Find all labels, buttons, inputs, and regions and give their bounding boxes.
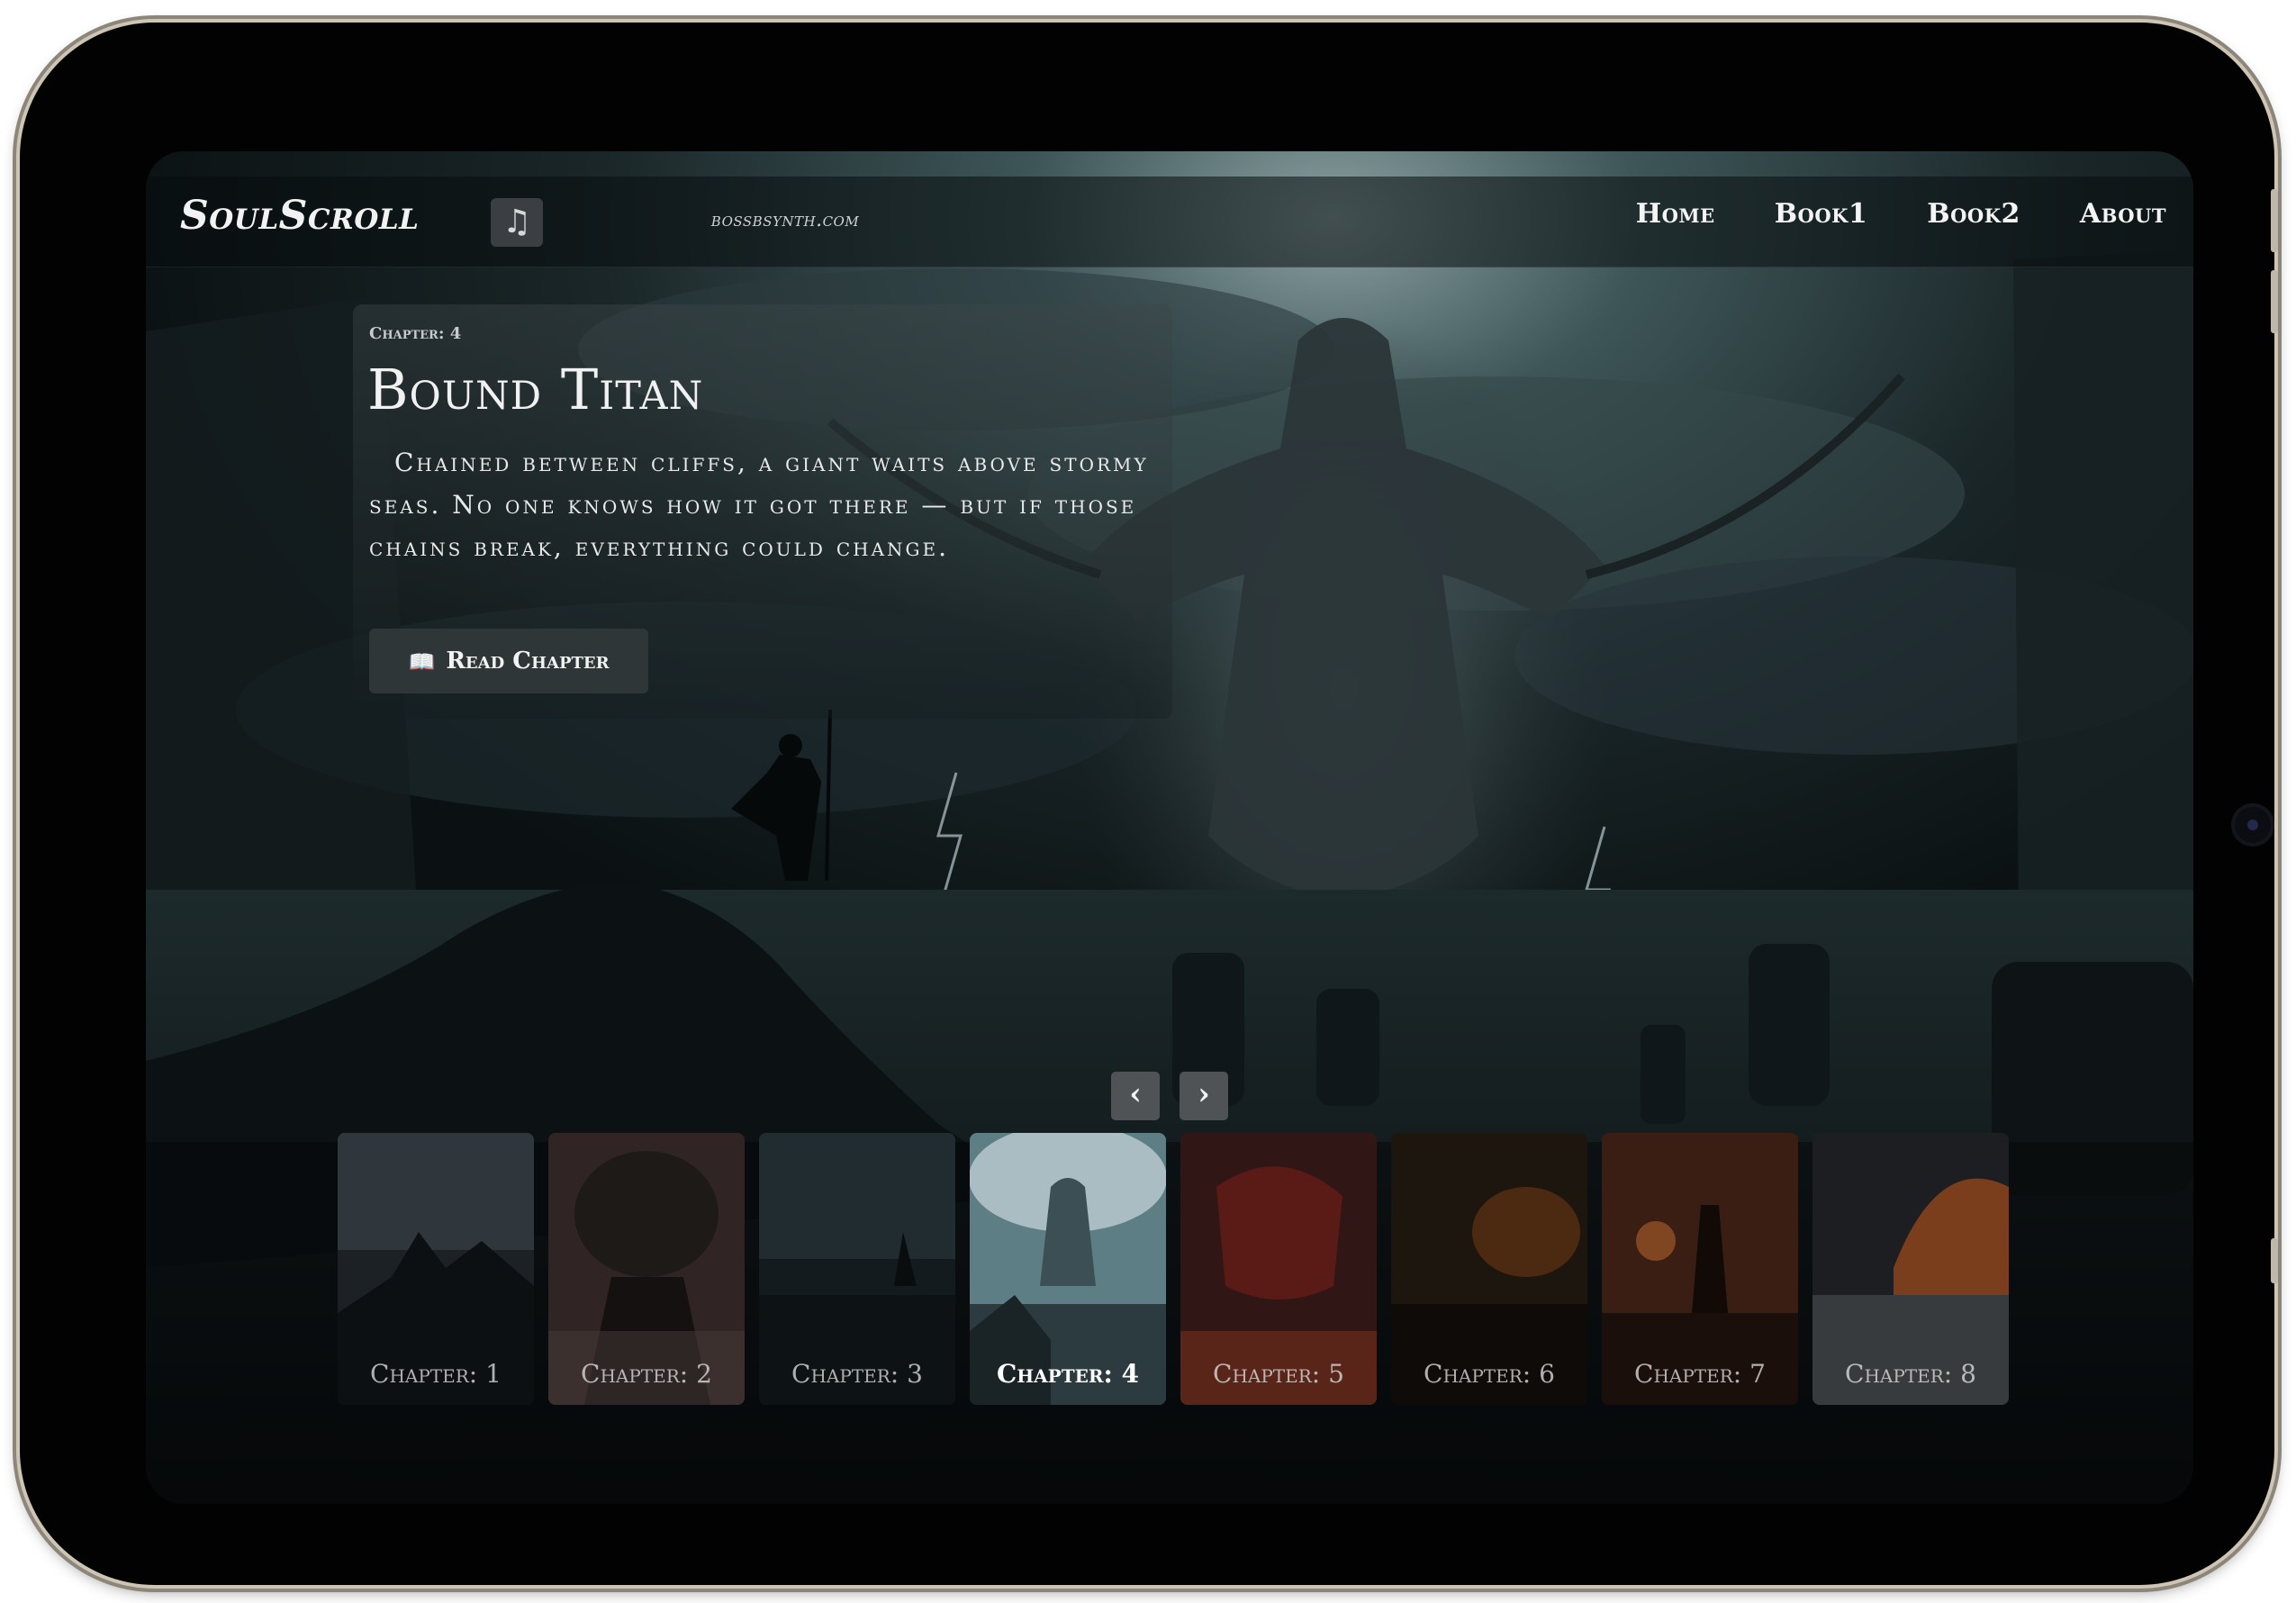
chapter-thumbnail-1[interactable]: Chapter: 1 bbox=[338, 1133, 534, 1405]
carousel-next-button[interactable]: › bbox=[1180, 1072, 1228, 1120]
site-url-text[interactable]: bossbsynth.com bbox=[614, 209, 956, 231]
chapter-tag: Chapter: 4 bbox=[369, 324, 462, 343]
read-chapter-button[interactable]: 📖 Read Chapter bbox=[369, 629, 648, 693]
chapter-thumbnail-5[interactable]: Chapter: 5 bbox=[1180, 1133, 1377, 1405]
hero-info-card: Chapter: 4 Bound Titan Chained between c… bbox=[353, 304, 1172, 719]
open-book-icon: 📖 bbox=[408, 648, 436, 675]
thumbnail-label: Chapter: 5 bbox=[1213, 1359, 1344, 1389]
screen: SoulScroll ♫ bossbsynth.com Home Book1 B… bbox=[146, 151, 2193, 1504]
nav-link-book1[interactable]: Book1 bbox=[1775, 198, 1868, 230]
chapter-thumbnail-6[interactable]: Chapter: 6 bbox=[1391, 1133, 1587, 1405]
chapter-thumbnail-8[interactable]: Chapter: 8 bbox=[1812, 1133, 2009, 1405]
chevron-left-icon: ‹ bbox=[1129, 1076, 1142, 1112]
read-chapter-label: Read Chapter bbox=[446, 648, 610, 675]
nav-link-book2[interactable]: Book2 bbox=[1927, 198, 2020, 230]
top-nav-bar: SoulScroll ♫ bossbsynth.com Home Book1 B… bbox=[146, 177, 2193, 267]
chapter-description: Chained between cliffs, a giant waits ab… bbox=[369, 448, 1149, 562]
thumbnail-label: Chapter: 2 bbox=[581, 1359, 712, 1389]
nav-link-home[interactable]: Home bbox=[1636, 198, 1715, 230]
thumbnail-label: Chapter: 8 bbox=[1845, 1359, 1976, 1389]
chapter-thumbnail-strip: Chapter: 1 Chapter: 2 Chapter: 3 Chapter… bbox=[338, 1133, 2012, 1405]
nav-links: Home Book1 Book2 About bbox=[1636, 198, 2166, 230]
front-camera bbox=[2231, 803, 2274, 847]
chapter-title: Bound Titan bbox=[367, 357, 704, 422]
thumbnail-label: Chapter: 1 bbox=[370, 1359, 502, 1389]
site-logo[interactable]: SoulScroll bbox=[180, 193, 419, 239]
thumbnail-label: Chapter: 7 bbox=[1634, 1359, 1766, 1389]
chapter-thumbnail-3[interactable]: Chapter: 3 bbox=[759, 1133, 955, 1405]
chapter-thumbnail-2[interactable]: Chapter: 2 bbox=[548, 1133, 745, 1405]
thumbnail-label: Chapter: 4 bbox=[996, 1359, 1140, 1389]
thumbnail-label: Chapter: 6 bbox=[1424, 1359, 1555, 1389]
chapter-thumbnail-4[interactable]: Chapter: 4 bbox=[970, 1133, 1166, 1405]
power-button bbox=[2271, 1238, 2278, 1283]
carousel-prev-button[interactable]: ‹ bbox=[1111, 1072, 1160, 1120]
chapter-thumbnail-7[interactable]: Chapter: 7 bbox=[1602, 1133, 1798, 1405]
volume-down-button bbox=[2271, 270, 2278, 333]
music-toggle-button[interactable]: ♫ bbox=[491, 198, 543, 247]
nav-link-about[interactable]: About bbox=[2080, 198, 2166, 230]
volume-up-button bbox=[2271, 189, 2278, 252]
chevron-right-icon: › bbox=[1198, 1076, 1210, 1112]
music-note-icon: ♫ bbox=[502, 204, 532, 240]
thumbnail-label: Chapter: 3 bbox=[791, 1359, 923, 1389]
tablet-frame: SoulScroll ♫ bossbsynth.com Home Book1 B… bbox=[20, 23, 2278, 1585]
